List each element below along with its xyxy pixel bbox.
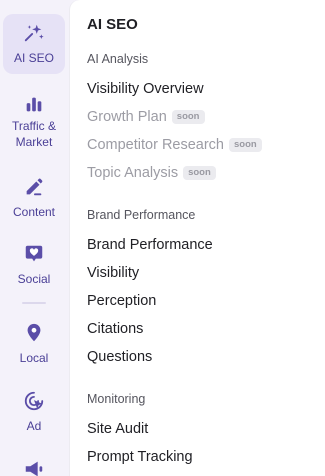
soon-badge: soon bbox=[229, 138, 262, 152]
section-heading-monitoring: Monitoring bbox=[87, 392, 146, 406]
rail-item-ad[interactable]: Ad bbox=[3, 390, 65, 434]
menu-item-label: Visibility Overview bbox=[87, 81, 204, 97]
menu-item-label: Citations bbox=[87, 321, 144, 337]
rail-item-traffic-market[interactable]: Traffic & Market bbox=[3, 93, 65, 150]
megaphone-icon bbox=[25, 461, 43, 476]
soon-badge: soon bbox=[171, 110, 205, 124]
menu-item-citations[interactable]: Citations bbox=[87, 320, 143, 338]
rail-item-social[interactable]: Social bbox=[3, 243, 65, 287]
rail-item-label: Content bbox=[12, 205, 56, 219]
menu-item-label: Site Audit bbox=[87, 421, 149, 437]
ai-seo-menu-panel: AI SEO AI Analysis Visibility Overview G… bbox=[70, 0, 325, 476]
menu-item-brand-performance[interactable]: Brand Performance bbox=[87, 236, 213, 254]
menu-item-perception[interactable]: Perception bbox=[87, 292, 156, 310]
menu-item-questions[interactable]: Questions bbox=[87, 348, 152, 366]
menu-item-visibility-overview[interactable]: Visibility Overview bbox=[87, 80, 204, 98]
menu-item-label: Visibility bbox=[87, 265, 140, 281]
rail-item-label: Traffic & Market bbox=[11, 119, 56, 149]
rail-item-label: Local bbox=[19, 351, 49, 365]
sidebar-rail: AI SEO Traffic & Market Content Social L… bbox=[0, 0, 68, 476]
menu-item-prompt-tracking[interactable]: Prompt Tracking bbox=[87, 448, 193, 466]
menu-item-label: Topic Analysis bbox=[87, 165, 179, 181]
menu-item-site-audit[interactable]: Site Audit bbox=[87, 420, 148, 438]
pencil-icon bbox=[26, 178, 43, 196]
soon-badge: soon bbox=[183, 166, 216, 180]
section-heading-brand-performance: Brand Performance bbox=[87, 208, 196, 222]
rail-item-label: Ad bbox=[26, 419, 42, 433]
rail-item-advertising[interactable] bbox=[3, 458, 65, 476]
menu-item-label: Prompt Tracking bbox=[87, 449, 193, 465]
rail-item-content[interactable]: Content bbox=[3, 176, 65, 220]
rail-item-local[interactable]: Local bbox=[3, 322, 65, 366]
panel-title: AI SEO bbox=[87, 16, 138, 33]
menu-item-label: Competitor Research bbox=[87, 137, 224, 153]
rail-item-label: Social bbox=[17, 272, 51, 286]
rail-item-label: AI SEO bbox=[13, 51, 54, 65]
section-heading-ai-analysis: AI Analysis bbox=[87, 52, 149, 66]
menu-item-label: Growth Plan bbox=[87, 109, 167, 125]
map-pin-icon bbox=[27, 323, 41, 342]
sparkles-icon bbox=[24, 24, 44, 42]
menu-item-label: Perception bbox=[87, 293, 157, 309]
menu-item-growth-plan: Growth Plan soon bbox=[87, 108, 205, 126]
menu-item-competitor-research: Competitor Research soon bbox=[87, 136, 262, 154]
menu-item-topic-analysis: Topic Analysis soon bbox=[87, 164, 216, 182]
menu-item-label: Brand Performance bbox=[87, 237, 213, 253]
rail-item-ai-seo[interactable]: AI SEO bbox=[3, 14, 65, 74]
heart-bubble-icon bbox=[25, 245, 43, 262]
menu-item-visibility[interactable]: Visibility bbox=[87, 264, 139, 282]
menu-item-label: Questions bbox=[87, 349, 153, 365]
bar-chart-icon bbox=[26, 97, 42, 112]
app-window: AI SEO Traffic & Market Content Social L… bbox=[0, 0, 325, 476]
cursor-target-icon bbox=[24, 391, 44, 411]
rail-divider bbox=[22, 302, 46, 304]
